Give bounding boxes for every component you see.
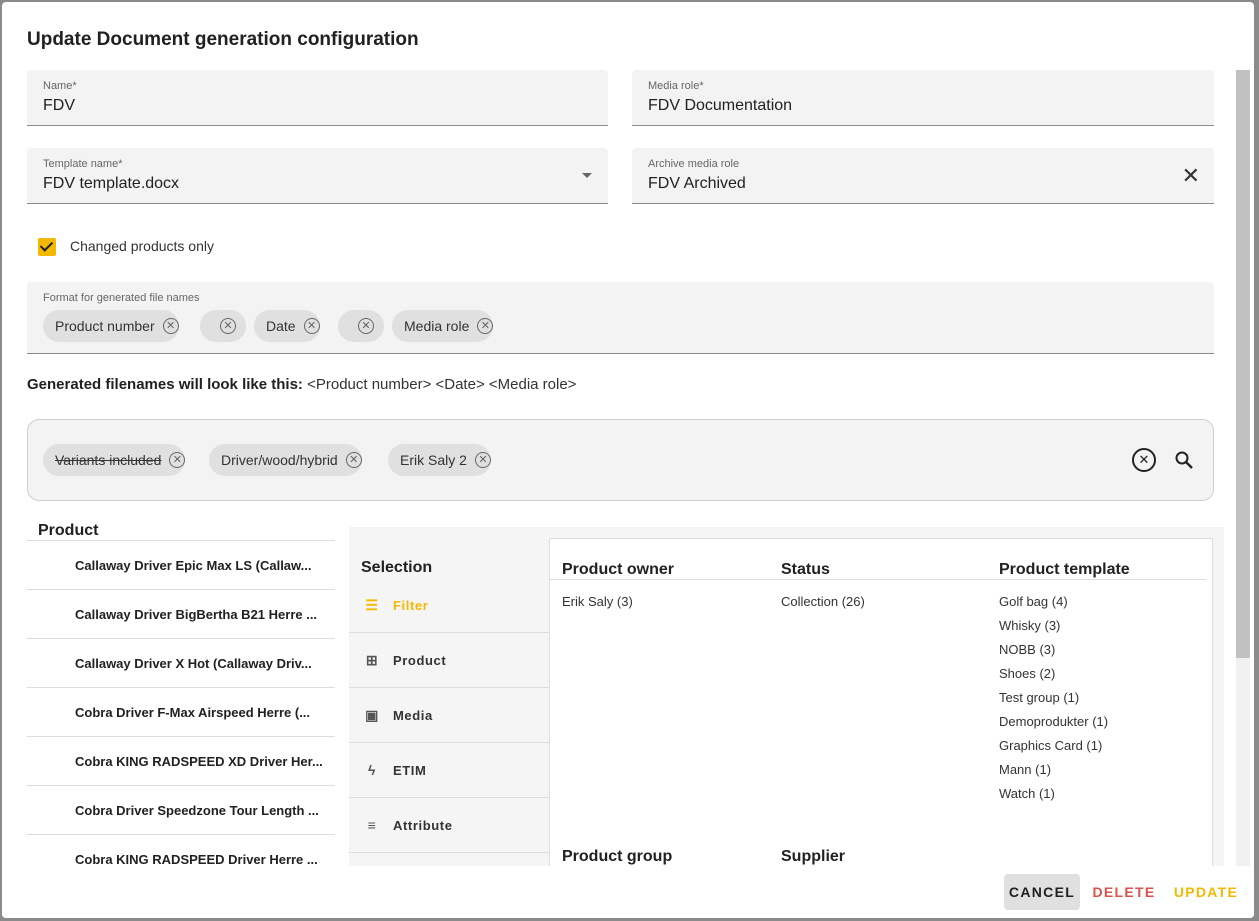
- bolt-icon: ϟ: [367, 762, 376, 778]
- cancel-circle-icon[interactable]: ✕: [220, 318, 236, 334]
- template-name-value: FDV template.docx: [43, 175, 180, 192]
- search-chip-erik-saly[interactable]: Erik Saly 2 ✕: [388, 444, 491, 476]
- scrollbar[interactable]: [1236, 70, 1250, 866]
- scrollbar-thumb[interactable]: [1236, 70, 1250, 658]
- archive-media-role-label: Archive media role: [648, 158, 740, 170]
- archive-media-role-value: FDV Archived: [648, 175, 746, 192]
- selection-menu-filter[interactable]: ☰ Filter: [349, 578, 549, 633]
- facet-value[interactable]: Erik Saly (3): [562, 594, 633, 609]
- format-chip-separator[interactable]: ✕: [338, 310, 384, 342]
- product-list: Callaway Driver Epic Max LS (Callaw... C…: [27, 540, 335, 883]
- cancel-circle-icon[interactable]: ✕: [303, 318, 320, 334]
- changed-products-only-label: Changed products only: [70, 238, 214, 254]
- facet-title-status: Status: [781, 561, 830, 578]
- archive-media-role-field[interactable]: Archive media role FDV Archived ✕: [632, 148, 1214, 204]
- filename-preview: Generated filenames will look like this:…: [27, 376, 577, 393]
- facet-value[interactable]: Golf bag (4): [999, 594, 1068, 609]
- divider: [550, 579, 1206, 580]
- facet-value[interactable]: Watch (1): [999, 786, 1055, 801]
- cancel-circle-icon[interactable]: ✕: [162, 318, 179, 334]
- cancel-button[interactable]: CANCEL: [1004, 874, 1080, 910]
- close-icon[interactable]: ✕: [1182, 165, 1200, 187]
- required-marker: *: [118, 158, 123, 170]
- file-name-format-label: Format for generated file names: [43, 292, 200, 304]
- search-chip-variants-included[interactable]: Variants included ✕: [43, 444, 186, 476]
- media-role-value: FDV Documentation: [648, 97, 793, 114]
- media-role-field[interactable]: Media role* FDV Documentation: [632, 70, 1214, 126]
- update-button[interactable]: UPDATE: [1168, 874, 1244, 910]
- required-marker: *: [699, 80, 704, 92]
- widgets-icon: ⊞: [365, 651, 379, 668]
- format-chip-product-number[interactable]: Product number ✕: [43, 310, 179, 342]
- name-label: Name: [43, 80, 73, 92]
- filename-preview-value: <Product number> <Date> <Media role>: [307, 376, 577, 393]
- facet-value[interactable]: Mann (1): [999, 762, 1051, 777]
- cancel-circle-icon[interactable]: ✕: [474, 452, 491, 468]
- media-role-label: Media role: [648, 80, 700, 92]
- photo-library-icon: ▣: [365, 706, 379, 723]
- cancel-circle-icon[interactable]: ✕: [345, 452, 362, 468]
- facet-value[interactable]: NOBB (3): [999, 642, 1055, 657]
- required-marker: *: [72, 80, 77, 92]
- delete-button[interactable]: DELETE: [1090, 874, 1158, 910]
- facet-value[interactable]: Shoes (2): [999, 666, 1055, 681]
- dropdown-arrow-icon[interactable]: [582, 173, 592, 178]
- list-item[interactable]: Callaway Driver X Hot (Callaway Driv...: [27, 638, 335, 687]
- facet-title-product-owner: Product owner: [562, 561, 675, 578]
- format-chip-media-role[interactable]: Media role ✕: [392, 310, 494, 342]
- selection-menu-etim[interactable]: ϟ ETIM: [349, 743, 549, 798]
- search-box[interactable]: [27, 419, 1214, 501]
- template-name-label: Template name: [43, 158, 119, 170]
- list-item[interactable]: Callaway Driver BigBertha B21 Herre ...: [27, 589, 335, 638]
- selection-menu-attribute[interactable]: ≡ Attribute: [349, 798, 549, 853]
- name-value: FDV: [43, 97, 75, 114]
- facet-value[interactable]: Whisky (3): [999, 618, 1060, 633]
- facets-panel: Product owner Status Product template Er…: [549, 538, 1213, 868]
- list-item[interactable]: Cobra Driver Speedzone Tour Length ...: [27, 785, 335, 834]
- list-item[interactable]: Cobra Driver F-Max Airspeed Herre (...: [27, 687, 335, 736]
- list-item[interactable]: Cobra KING RADSPEED XD Driver Her...: [27, 736, 335, 785]
- changed-products-only-checkbox[interactable]: [38, 238, 56, 256]
- cancel-circle-icon[interactable]: ✕: [169, 452, 186, 468]
- format-chip-separator[interactable]: ✕: [200, 310, 246, 342]
- facet-value[interactable]: Demoprodukter (1): [999, 714, 1108, 729]
- facet-value[interactable]: Test group (1): [999, 690, 1079, 705]
- facet-title-product-template: Product template: [999, 561, 1130, 578]
- tune-icon: ☰: [365, 596, 379, 613]
- facet-value[interactable]: Graphics Card (1): [999, 738, 1102, 753]
- facet-value[interactable]: Collection (26): [781, 594, 865, 609]
- selection-menu-product[interactable]: ⊞ Product: [349, 633, 549, 688]
- facet-title-supplier: Supplier: [781, 848, 846, 865]
- name-field[interactable]: Name* FDV: [27, 70, 608, 126]
- list-item[interactable]: Callaway Driver Epic Max LS (Callaw...: [27, 540, 335, 589]
- clear-search-icon[interactable]: ✕: [1132, 448, 1156, 472]
- list-icon: ≡: [367, 817, 377, 833]
- facet-title-product-group: Product group: [562, 848, 673, 865]
- search-icon[interactable]: [1172, 448, 1196, 472]
- cancel-circle-icon[interactable]: ✕: [358, 318, 374, 334]
- selection-heading: Selection: [361, 559, 433, 576]
- search-chip-driver-wood-hybrid[interactable]: Driver/wood/hybrid ✕: [209, 444, 362, 476]
- cancel-circle-icon[interactable]: ✕: [477, 318, 494, 334]
- template-name-select[interactable]: Template name* FDV template.docx: [27, 148, 608, 204]
- selection-menu-media[interactable]: ▣ Media: [349, 688, 549, 743]
- product-list-heading: Product: [38, 522, 99, 539]
- dialog-title: Update Document generation configuration: [27, 29, 419, 50]
- format-chip-date[interactable]: Date ✕: [254, 310, 320, 342]
- dialog: Update Document generation configuration…: [2, 2, 1254, 918]
